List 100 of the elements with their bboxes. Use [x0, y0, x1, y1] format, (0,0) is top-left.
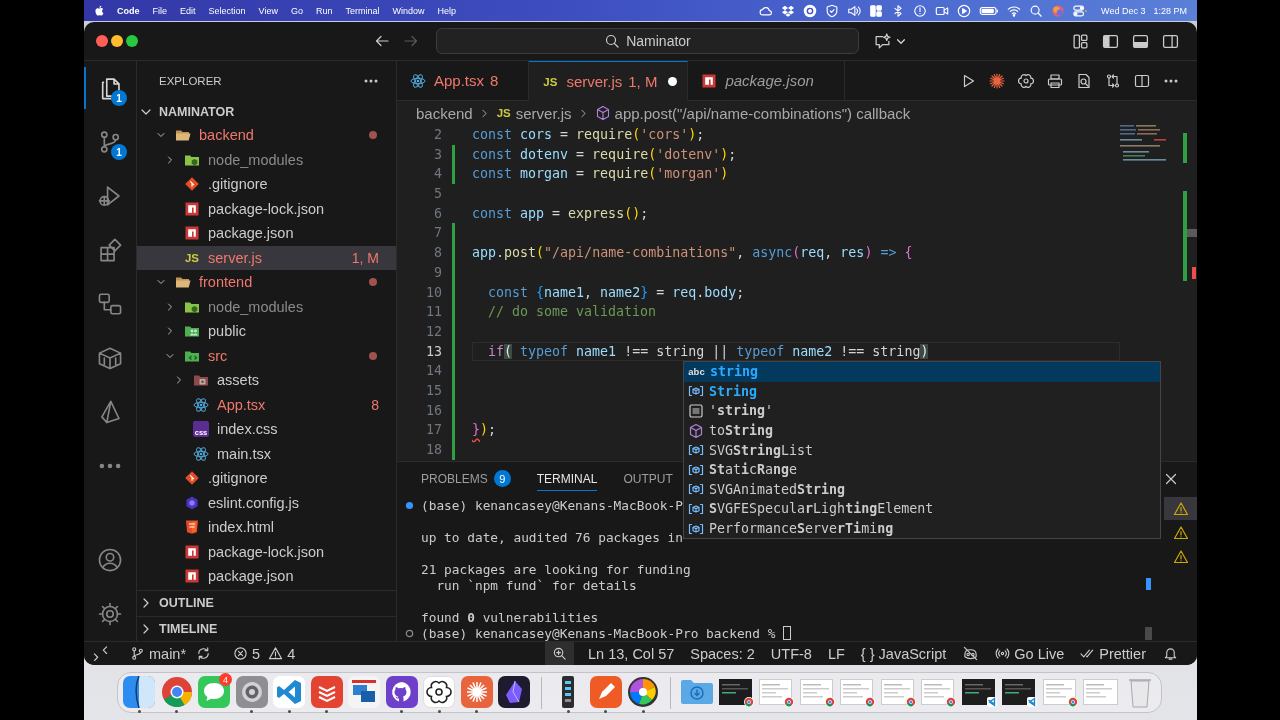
window-thumbnail[interactable]	[840, 678, 875, 707]
suggestion-item[interactable]: PerformanceServerTiming	[684, 518, 1160, 539]
starburst-icon[interactable]	[989, 72, 1005, 89]
slim-meter-icon[interactable]	[562, 676, 574, 708]
wheel-icon[interactable]	[627, 676, 659, 708]
menu-item[interactable]: Help	[437, 5, 456, 16]
file-tree-item[interactable]: src	[137, 343, 396, 368]
file-tree-item[interactable]: .gitignore	[137, 172, 396, 197]
file-tree-item[interactable]: main.tsx	[137, 441, 396, 466]
split-editor-icon[interactable]	[1134, 72, 1150, 89]
terminal-instance[interactable]	[1164, 497, 1197, 520]
file-tree-item[interactable]: JS server.js 1, M	[137, 245, 396, 270]
file-tree-item[interactable]: backend	[137, 123, 396, 148]
alert-circle-icon[interactable]	[913, 3, 928, 18]
suggestion-item[interactable]: String	[684, 381, 1160, 402]
window-tile-icon[interactable]	[348, 676, 380, 708]
window-thumbnail[interactable]	[718, 678, 754, 707]
window-thumbnail[interactable]	[1083, 678, 1118, 707]
back-arrow-icon[interactable]	[374, 33, 390, 49]
file-tree-item[interactable]: App.tsx 8	[137, 392, 396, 417]
panel-tab[interactable]: TERMINAL	[536, 467, 598, 491]
menu-item[interactable]: File	[152, 5, 167, 16]
search-icon[interactable]	[1029, 3, 1044, 18]
breadcrumb-item[interactable]: app.post("/api/name-combinations") callback	[594, 104, 911, 122]
file-tree-item[interactable]: package.json	[137, 221, 396, 246]
app-menu[interactable]: Code	[117, 5, 140, 16]
menu-item[interactable]: Edit	[180, 5, 196, 16]
blocks-icon[interactable]	[97, 237, 123, 263]
menu-item[interactable]: Go	[290, 5, 303, 16]
breadcrumb-item[interactable]: backend	[416, 104, 473, 122]
file-tree-item[interactable]: eslint.config.js	[137, 490, 396, 515]
file-tree-item[interactable]: .gitignore	[137, 466, 396, 491]
sync-icon[interactable]	[196, 646, 212, 661]
suggestion-item[interactable]: toString	[684, 420, 1160, 441]
toggles-icon[interactable]	[1073, 3, 1088, 18]
suggestion-item[interactable]: SVGAnimatedString	[684, 479, 1160, 500]
remote-icon[interactable]	[93, 646, 108, 661]
flower-tile-icon[interactable]	[423, 676, 455, 708]
layout-grid-icon[interactable]	[1072, 32, 1089, 50]
window-thumbnail[interactable]	[759, 678, 794, 707]
window-thumbnail[interactable]	[1002, 678, 1037, 707]
suggestion-item[interactable]: StaticRange	[684, 459, 1160, 480]
crystal-icon[interactable]	[498, 676, 530, 708]
status-item[interactable]: Go Live	[987, 645, 1073, 662]
play-circle-icon[interactable]	[957, 3, 972, 18]
menu-item[interactable]: Terminal	[345, 5, 380, 16]
zoom-indicator[interactable]	[545, 642, 575, 665]
file-tree-item[interactable]: node_modules	[137, 147, 396, 172]
play-bug-icon[interactable]	[97, 183, 123, 209]
settings-icon[interactable]	[97, 601, 123, 627]
apple-logo-icon[interactable]	[93, 4, 106, 17]
status-item[interactable]: Ln 13, Col 57	[580, 645, 683, 662]
panel-tab[interactable]: PROBLEMS 9	[421, 467, 511, 491]
ribbon-icon[interactable]	[273, 676, 305, 708]
file-tree-item[interactable]: index.html	[137, 515, 396, 540]
suggestion-item[interactable]: 'string'	[684, 401, 1160, 421]
file-tree-item[interactable]: frontend	[137, 270, 396, 295]
close-icon[interactable]	[1163, 471, 1179, 487]
close-window-button[interactable]	[96, 35, 108, 47]
zoom-window-button[interactable]	[126, 35, 138, 47]
file-tree-item[interactable]: package-lock.json	[137, 196, 396, 221]
speaker-icon[interactable]	[847, 3, 862, 18]
diamond-cluster-icon[interactable]	[781, 3, 796, 18]
file-tree-item[interactable]: assets	[137, 368, 396, 393]
starburst-tile-icon[interactable]	[460, 676, 493, 708]
section-header[interactable]: OUTLINE	[137, 590, 396, 616]
printer-icon[interactable]	[1047, 72, 1063, 89]
compare-changes-icon[interactable]	[1105, 72, 1121, 89]
ring-tile-icon[interactable]	[235, 676, 268, 708]
suggestion-item[interactable]: abc string	[684, 362, 1160, 382]
suggestion-item[interactable]: SVGStringList	[684, 440, 1160, 460]
disc-icon[interactable]	[803, 3, 818, 18]
window-thumbnail[interactable]	[1042, 678, 1078, 707]
split-tile-icon[interactable]	[123, 676, 155, 708]
pen-tile-icon[interactable]	[589, 676, 622, 708]
stacked-chevrons-icon[interactable]	[310, 676, 343, 708]
menu-bar-date[interactable]: Wed Dec 3	[1101, 5, 1146, 16]
account-icon[interactable]	[97, 547, 123, 573]
status-item[interactable]: LF	[819, 645, 853, 662]
speech-bubble-icon[interactable]	[198, 676, 230, 708]
sidebar-toggle-icon[interactable]	[1102, 32, 1119, 50]
panels-icon[interactable]	[869, 3, 884, 18]
menu-bar-clock[interactable]: 1:28 PM	[1153, 5, 1187, 16]
panel-tab[interactable]: OUTPUT	[623, 467, 673, 491]
warning-count[interactable]: 4	[268, 645, 296, 662]
menu-item[interactable]: Run	[315, 5, 333, 16]
panel-toggle-icon[interactable]	[1132, 32, 1149, 50]
file-tree-item[interactable]: package-lock.json	[137, 539, 396, 564]
file-tree-item[interactable]: package.json	[137, 564, 396, 589]
secondary-sidebar-icon[interactable]	[1162, 32, 1179, 50]
menu-item[interactable]: Selection	[208, 5, 246, 16]
linked-squares-icon[interactable]	[97, 291, 123, 317]
window-thumbnail[interactable]	[799, 678, 835, 707]
window-thumbnail[interactable]	[921, 678, 956, 707]
window-thumbnail[interactable]	[961, 678, 997, 707]
crossed-goggles-icon[interactable]	[963, 646, 979, 661]
shield-icon[interactable]	[825, 3, 840, 18]
menu-item[interactable]: Window	[392, 5, 425, 16]
minimize-window-button[interactable]	[111, 35, 123, 47]
command-center[interactable]: Naminator	[436, 28, 859, 54]
